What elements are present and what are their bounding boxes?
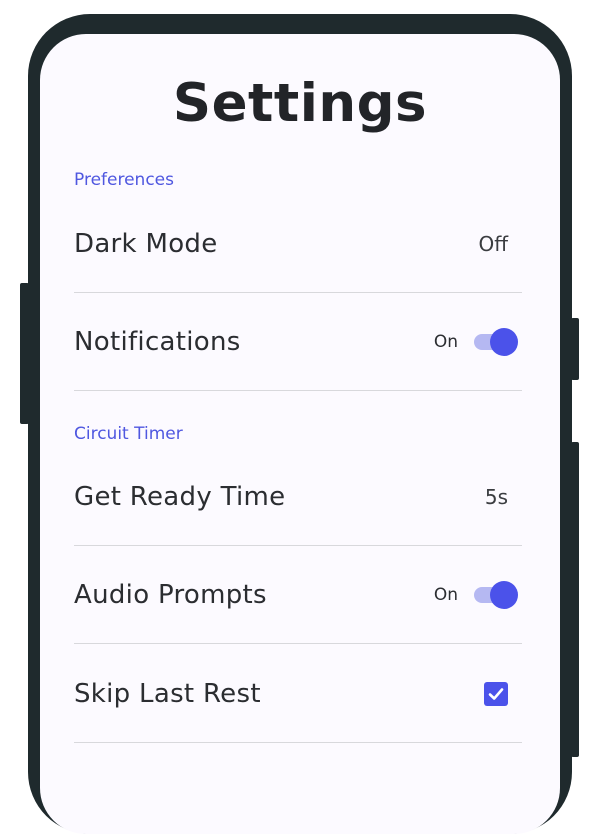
setting-row-dark-mode[interactable]: Dark Mode Off xyxy=(74,195,522,293)
divider xyxy=(74,643,522,644)
section-header-circuit-timer: Circuit Timer xyxy=(74,424,183,444)
settings-screen: Settings Preferences Dark Mode Off Notif… xyxy=(40,34,560,834)
toggle-thumb xyxy=(490,328,518,356)
toggle-state-label: On xyxy=(433,585,458,605)
toggle-state-label: On xyxy=(433,332,458,352)
setting-label: Dark Mode xyxy=(74,229,218,259)
divider xyxy=(74,390,522,391)
setting-label: Audio Prompts xyxy=(74,580,267,610)
divider xyxy=(74,742,522,743)
setting-label: Skip Last Rest xyxy=(74,679,261,709)
check-icon xyxy=(488,688,504,700)
side-button-right-top xyxy=(571,318,579,380)
setting-row-notifications[interactable]: Notifications On xyxy=(74,293,522,391)
setting-row-skip-last-rest[interactable]: Skip Last Rest xyxy=(74,645,522,743)
toggle-thumb xyxy=(490,581,518,609)
setting-label: Notifications xyxy=(74,327,241,357)
skip-last-rest-checkbox[interactable] xyxy=(484,682,508,706)
section-header-preferences: Preferences xyxy=(74,170,174,190)
side-button-left xyxy=(20,283,29,424)
setting-value: 5s xyxy=(484,485,508,509)
notifications-toggle[interactable] xyxy=(474,328,518,356)
page-title: Settings xyxy=(172,73,428,134)
setting-row-audio-prompts[interactable]: Audio Prompts On xyxy=(74,546,522,644)
setting-row-get-ready-time[interactable]: Get Ready Time 5s xyxy=(74,448,522,546)
audio-prompts-toggle[interactable] xyxy=(474,581,518,609)
side-button-right-bottom xyxy=(571,442,579,757)
setting-label: Get Ready Time xyxy=(74,482,286,512)
setting-value: Off xyxy=(478,232,508,256)
